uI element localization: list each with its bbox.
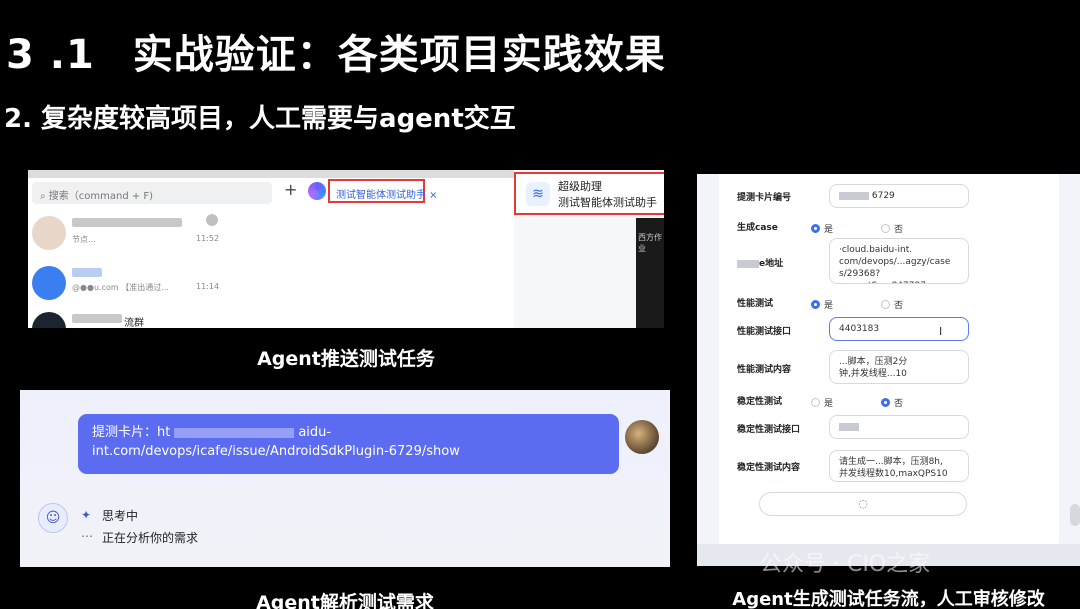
add-icon[interactable]: +	[284, 180, 297, 199]
label-stab-iface: 稳定性测试接口	[737, 425, 801, 435]
stab-iface-input[interactable]	[829, 415, 969, 439]
search-input[interactable]: ⌕ 搜索（command + F)	[32, 182, 272, 204]
blurred-name	[72, 314, 122, 323]
label-stab-content: 稳定性测试内容	[737, 463, 801, 473]
list-item[interactable]: 节点... 11:52	[28, 210, 248, 256]
message-prefix: 提测卡片：ht	[92, 425, 171, 440]
thinking-label: 思考中	[102, 509, 139, 523]
radio-stab-yes[interactable]: 是	[811, 396, 833, 409]
app-logo-icon	[308, 182, 326, 200]
form-card: 提测卡片编号 6729 生成case 是 否 e地址 ·cloud.baidu-…	[719, 174, 1059, 544]
assistant-desc: 测试智能体测试助手	[558, 196, 657, 209]
label-perf: 性能测试	[737, 299, 774, 309]
chat-time: 11:52	[196, 234, 220, 243]
watermark: 公众号 · CIO之家	[760, 552, 931, 577]
chat-preview: 节点...	[72, 235, 96, 244]
label-gen-case: 生成case	[737, 223, 778, 233]
address-field[interactable]: ·cloud.baidu-int. com/devops/...agzy/cas…	[829, 238, 969, 284]
radio-perf-yes[interactable]: 是	[811, 298, 833, 311]
robot-icon: ☺	[38, 503, 68, 533]
text-cursor-icon: I	[939, 325, 943, 338]
assistant-name: 超级助理	[558, 180, 602, 193]
radio-label: 否	[894, 225, 904, 235]
avatar	[32, 266, 66, 300]
label-card-id: 提测卡片编号	[737, 193, 792, 203]
radio-stab-no[interactable]: 否	[881, 396, 903, 409]
sparkle-icon: ✦	[81, 508, 92, 522]
redacted	[839, 422, 859, 431]
search-placeholder: 搜索（command + F)	[48, 191, 154, 202]
label-perf-iface: 性能测试接口	[737, 327, 792, 337]
slide-subtitle: 2. 复杂度较高项目，人工需要与agent交互	[4, 104, 516, 134]
side-tag: 西方作业	[638, 233, 662, 253]
ellipsis-icon: ⋯	[81, 529, 93, 543]
blurred-name	[72, 268, 102, 277]
perf-content-field[interactable]: ...脚本，压测2分 钟,并发线程...10	[829, 350, 969, 384]
assistant-card[interactable]: ≋ 超级助理 测试智能体测试助手	[514, 172, 664, 215]
label-address: e地址	[737, 256, 783, 269]
address-label-text: e地址	[759, 259, 784, 269]
redacted	[737, 259, 759, 268]
section-number: 3 .1	[6, 32, 95, 78]
redacted-url	[174, 427, 295, 438]
avatar	[625, 420, 659, 454]
radio-label: 否	[894, 399, 904, 409]
scrollbar[interactable]	[1070, 504, 1080, 526]
redacted	[839, 191, 869, 200]
radio-label: 否	[894, 301, 904, 311]
radio-label: 是	[824, 301, 834, 311]
status-text: 正在分析你的需求	[102, 531, 199, 545]
chat-preview: @●●u.com 【准出通过...	[72, 283, 169, 292]
list-item[interactable]: 流群	[28, 306, 248, 328]
caption-push: Agent推送测试任务	[257, 348, 435, 370]
list-item[interactable]: @●●u.com 【准出通过... 11:14	[28, 260, 248, 306]
radio-gen-case-yes[interactable]: 是	[811, 222, 833, 235]
label-stability: 稳定性测试	[737, 397, 783, 407]
radio-gen-case-no[interactable]: 否	[881, 222, 903, 235]
card-id-field[interactable]: 6729	[829, 184, 969, 208]
radio-label: 是	[824, 399, 834, 409]
unread-badge	[206, 214, 218, 226]
messenger-screenshot: ⌕ 搜索（command + F) + 测试智能体测试助手 × 节点... 11…	[28, 170, 664, 328]
tab-test-assistant[interactable]: 测试智能体测试助手 ×	[328, 179, 438, 203]
message-bubble: 提测卡片：ht aidu-int.com/devops/icafe/issue/A…	[78, 414, 619, 474]
card-id-value: 6729	[871, 191, 895, 201]
blurred-name	[72, 218, 182, 227]
assistant-icon: ≋	[526, 182, 550, 206]
search-icon: ⌕	[40, 191, 49, 202]
stab-content-field[interactable]: 请生成一...脚本，压测8h, 并发线程数10,maxQPS10	[829, 450, 969, 482]
submit-button[interactable]: ◌	[759, 492, 967, 516]
title-text: 实战验证：各类项目实践效果	[132, 32, 666, 78]
task-form-screenshot: 提测卡片编号 6729 生成case 是 否 e地址 ·cloud.baidu-…	[697, 174, 1080, 566]
perf-iface-input[interactable]: 4403183	[829, 317, 969, 341]
caption-parse: Agent解析测试需求	[256, 592, 434, 609]
radio-label: 是	[824, 225, 834, 235]
chat-time: 11:14	[196, 282, 220, 291]
radio-perf-no[interactable]: 否	[881, 298, 903, 311]
avatar	[32, 216, 66, 250]
label-perf-content: 性能测试内容	[737, 365, 792, 375]
avatar	[32, 312, 66, 328]
chat-name: 流群	[124, 318, 144, 328]
caption-generate: Agent生成测试任务流，人工审核修改	[732, 589, 1045, 609]
slide-title: 3 .1 实战验证：各类项目实践效果	[6, 22, 666, 80]
chat-screenshot: 提测卡片：ht aidu-int.com/devops/icafe/issue/A…	[20, 390, 670, 567]
spinner-icon: ◌	[858, 497, 868, 510]
